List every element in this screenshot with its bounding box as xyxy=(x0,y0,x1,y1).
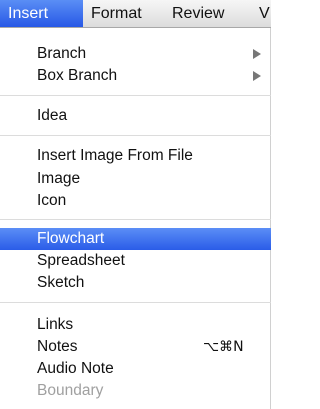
menu-item-label: Flowchart xyxy=(37,230,105,247)
menu-item-spreadsheet[interactable]: Spreadsheet xyxy=(0,250,271,272)
menu-item-insert-image-from-file[interactable]: Insert Image From File xyxy=(0,145,271,167)
menu-item-label: Notes xyxy=(37,338,78,355)
menu-separator xyxy=(0,95,271,96)
menu-review-label: Review xyxy=(172,5,225,22)
menu-insert-label: Insert xyxy=(8,5,49,22)
chevron-right-icon xyxy=(253,71,261,81)
menu-item-label: Audio Note xyxy=(37,360,114,377)
menu-format[interactable]: Format xyxy=(91,0,142,27)
chevron-right-icon xyxy=(253,49,261,59)
menu-review[interactable]: Review xyxy=(172,0,224,27)
menu-separator xyxy=(0,135,271,136)
menu-bar: Insert Format Review V xyxy=(0,0,271,28)
menu-item-label: Boundary xyxy=(37,382,104,399)
menu-view[interactable]: V xyxy=(259,0,270,27)
notes-shortcut: ⌥⌘N xyxy=(203,339,244,355)
menu-item-image[interactable]: Image xyxy=(0,168,271,190)
menu-item-box-branch[interactable]: Box Branch xyxy=(0,65,271,87)
menu-item-links[interactable]: Links xyxy=(0,314,271,336)
menu-item-label: Idea xyxy=(37,107,68,124)
menu-item-label: Links xyxy=(37,316,74,333)
menu-format-label: Format xyxy=(91,5,142,22)
menu-item-branch[interactable]: Branch xyxy=(0,43,271,65)
menu-item-label: Branch xyxy=(37,45,87,62)
menu-item-idea[interactable]: Idea xyxy=(0,105,271,127)
menu-item-label: Spreadsheet xyxy=(37,252,125,269)
menu-item-boundary: Boundary xyxy=(0,380,271,402)
menu-view-label: V xyxy=(259,5,270,22)
menu-item-notes[interactable]: Notes ⌥⌘N xyxy=(0,336,271,358)
menu-separator xyxy=(0,219,271,220)
menu-item-label: Icon xyxy=(37,192,67,209)
menu-item-flowchart[interactable]: Flowchart xyxy=(0,228,271,250)
menu-item-label: Box Branch xyxy=(37,67,118,84)
menu-item-sketch[interactable]: Sketch xyxy=(0,272,271,294)
menu-item-label: Sketch xyxy=(37,274,85,291)
menu-item-audio-note[interactable]: Audio Note xyxy=(0,358,271,380)
menu-insert[interactable]: Insert xyxy=(0,0,83,27)
menu-separator xyxy=(0,302,271,303)
insert-menu-dropdown: Branch Box Branch Idea Insert Image From… xyxy=(0,28,271,409)
menu-item-icon[interactable]: Icon xyxy=(0,190,271,212)
menu-item-label: Insert Image From File xyxy=(37,147,193,164)
menu-item-label: Image xyxy=(37,170,81,187)
